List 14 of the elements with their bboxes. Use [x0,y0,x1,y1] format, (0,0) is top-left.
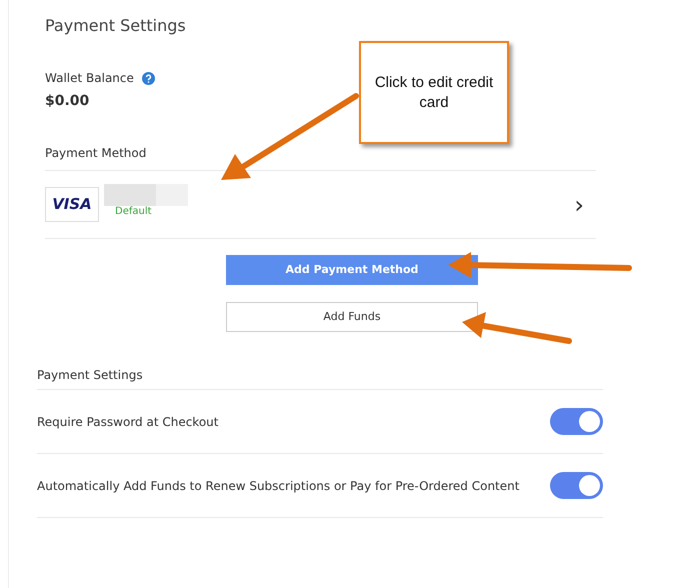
toggle-switch[interactable] [550,472,603,500]
setting-label: Require Password at Checkout [37,414,218,431]
callout-box: Click to edit credit card [359,41,509,144]
default-label: Default [115,205,153,220]
add-funds-button[interactable]: Add Funds [226,302,478,332]
page-title: Payment Settings [45,16,187,36]
wallet-balance-label: Wallet Balance [45,70,134,88]
setting-label: Automatically Add Funds to Renew Subscriptions or Pay for Pre-Ordered Content [37,478,520,495]
help-icon[interactable] [142,72,155,85]
card-logo: VISA [45,187,99,222]
toggle-switch[interactable] [550,408,603,436]
chevron-right-icon[interactable]: › [574,192,584,217]
wallet-balance-amount: $0.00 [45,92,90,112]
section-heading: Payment Settings [37,366,603,390]
